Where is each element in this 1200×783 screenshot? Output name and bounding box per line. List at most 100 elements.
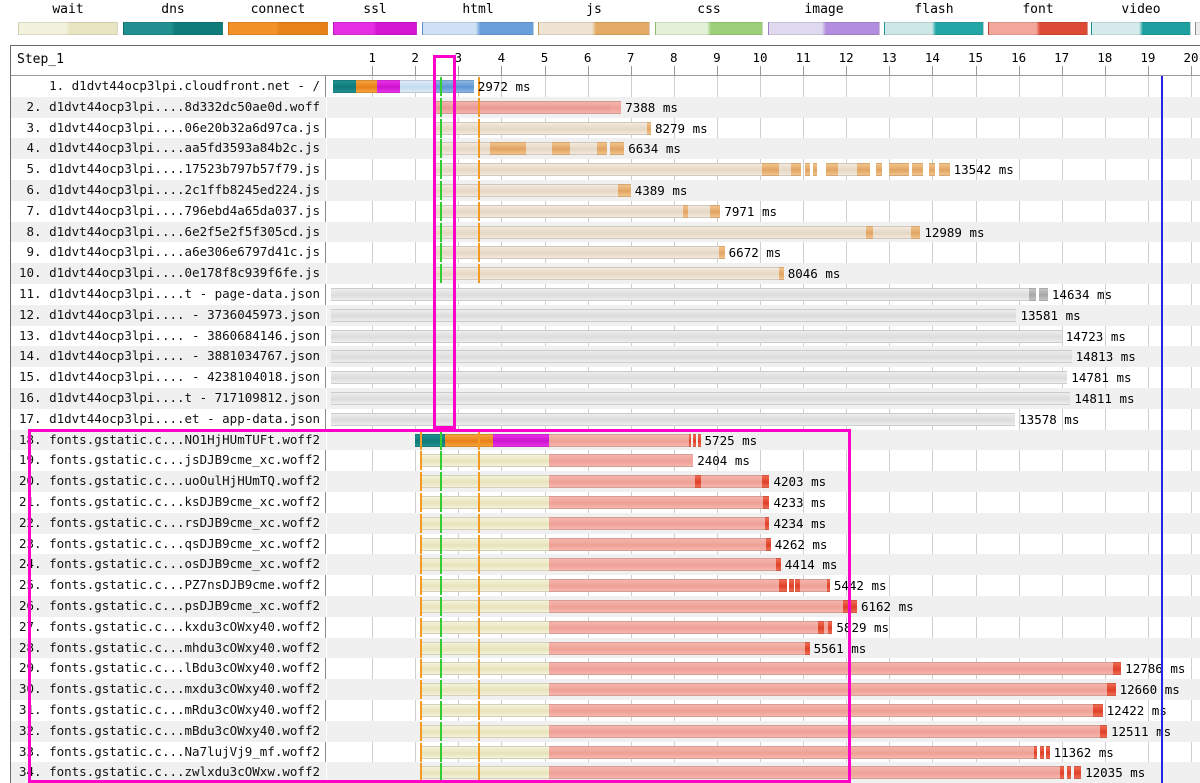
waterfall-segment-htmlwait [400, 80, 434, 93]
waterfall-row[interactable]: 6672 ms [327, 242, 1200, 263]
waterfall-row[interactable]: 8046 ms [327, 263, 1200, 284]
event-marker [440, 721, 443, 741]
waterfall-row[interactable]: 12035 ms [327, 762, 1200, 783]
waterfall-row[interactable]: 2972 ms [327, 76, 1200, 97]
event-marker [419, 638, 422, 658]
request-label-row[interactable]: 5. d1dvt44ocp3lpi....17523b797b57f79.js [11, 159, 326, 180]
waterfall-row[interactable]: 7971 ms [327, 201, 1200, 222]
waterfall-row[interactable]: 4234 ms [327, 512, 1200, 534]
request-label-row[interactable]: 25. fonts.gstatic.c...PZ7nsDJB9cme.woff2 [11, 575, 326, 596]
request-label-row[interactable]: 10. d1dvt44ocp3lpi....0e178f8c939f6fe.js [11, 263, 326, 284]
request-label-row[interactable]: 27. fonts.gstatic.c...kxdu3cOWxy40.woff2 [11, 617, 326, 638]
request-label-row[interactable]: 23. fonts.gstatic.c...qsDJB9cme_xc.woff2 [11, 534, 326, 555]
request-label-row[interactable]: 2. d1dvt44ocp3lpi....8d332dc50ae0d.woff [11, 96, 326, 118]
request-label-row[interactable]: 3. d1dvt44ocp3lpi....06e20b32a6d97ca.js [11, 118, 326, 139]
request-label-row[interactable]: 34. fonts.gstatic.c...zwlxdu3cOWxw.woff2 [11, 762, 326, 783]
event-marker [477, 160, 480, 180]
waterfall-segment-otherwait [331, 392, 1071, 405]
waterfall-row[interactable]: 6162 ms [327, 596, 1200, 617]
request-label-row[interactable]: 11. d1dvt44ocp3lpi....t - page-data.json [11, 284, 326, 305]
waterfall-segment-wait [419, 724, 549, 738]
waterfall-row[interactable]: 5725 ms [327, 429, 1200, 451]
waterfall-row[interactable]: 14634 ms [327, 284, 1200, 305]
waterfall-segment-otherwait [331, 288, 1030, 301]
request-label-row[interactable]: 29. fonts.gstatic.c...lBdu3cOWxy40.woff2 [11, 658, 326, 679]
waterfall-row[interactable]: 6634 ms [327, 138, 1200, 160]
request-label-row[interactable]: 22. fonts.gstatic.c...rsDJB9cme_xc.woff2 [11, 512, 326, 534]
request-label-row[interactable]: 30. fonts.gstatic.c...mxdu3cOWxy40.woff2 [11, 679, 326, 700]
request-label-row[interactable]: 6. d1dvt44ocp3lpi....2c1ffb8245ed224.js [11, 180, 326, 201]
waterfall-row[interactable]: 14811 ms [327, 388, 1200, 409]
event-marker [477, 472, 480, 492]
legend-item-font: font [988, 0, 1088, 35]
waterfall-row[interactable]: 14723 ms [327, 326, 1200, 347]
request-label-row[interactable]: 31. fonts.gstatic.c...mRdu3cOWxy40.woff2 [11, 700, 326, 721]
event-marker [477, 659, 480, 679]
waterfall-row[interactable]: 4233 ms [327, 492, 1200, 513]
waterfall-row[interactable]: 12422 ms [327, 700, 1200, 721]
request-label-row[interactable]: 26. fonts.gstatic.c...psDJB9cme_xc.woff2 [11, 596, 326, 617]
request-label-row[interactable]: 21. fonts.gstatic.c...ksDJB9cme_xc.woff2 [11, 492, 326, 513]
request-label-row[interactable]: 18. fonts.gstatic.c...NO1HjHUmTUFt.woff2 [11, 429, 326, 451]
waterfall-segment-wait [419, 683, 549, 697]
waterfall-row[interactable]: 4414 ms [327, 554, 1200, 576]
waterfall-row[interactable]: 8279 ms [327, 118, 1200, 139]
event-marker [440, 493, 443, 512]
waterfall-segment-jswait [688, 204, 711, 218]
request-label-row[interactable]: 16. d1dvt44ocp3lpi....t - 717109812.json [11, 388, 326, 409]
waterfall-row[interactable]: 12786 ms [327, 658, 1200, 679]
waterfall-row[interactable]: 5829 ms [327, 617, 1200, 638]
waterfall-segment-font [548, 724, 1100, 738]
duration-label: 8046 ms [787, 266, 841, 282]
waterfall-row[interactable]: 5442 ms [327, 575, 1200, 596]
waterfall-row[interactable]: 7388 ms [327, 96, 1200, 118]
waterfall-row[interactable]: 14813 ms [327, 346, 1200, 368]
axis-tick-mark-5 [544, 66, 546, 76]
waterfall-segment-font [548, 516, 766, 530]
event-marker [419, 534, 422, 554]
duration-label: 4262 ms [774, 536, 828, 552]
request-label-row[interactable]: 4. d1dvt44ocp3lpi....aa5fd3593a84b2c.js [11, 138, 326, 160]
request-label-row[interactable]: 7. d1dvt44ocp3lpi....796ebd4a65da037.js [11, 201, 326, 222]
request-label-row[interactable]: 14. d1dvt44ocp3lpi.... - 3881034767.json [11, 346, 326, 368]
waterfall-row[interactable]: 5561 ms [327, 637, 1200, 659]
waterfall-row[interactable]: 4203 ms [327, 471, 1200, 492]
waterfall-row[interactable]: 12511 ms [327, 720, 1200, 742]
waterfall-row[interactable]: 4262 ms [327, 534, 1200, 555]
event-marker [477, 264, 480, 284]
waterfall-row[interactable]: 12660 ms [327, 679, 1200, 700]
waterfall-segment-fontdl [1066, 766, 1072, 780]
event-marker [440, 763, 443, 783]
waterfall-segment-wait [419, 454, 549, 468]
request-label-row[interactable]: 9. d1dvt44ocp3lpi....a6e306e6797d41c.js [11, 242, 326, 263]
event-marker [440, 659, 443, 679]
request-label-row[interactable]: 32. fonts.gstatic.c...mBdu3cOWxy40.woff2 [11, 720, 326, 742]
axis-tick-label-2: 2 [411, 50, 419, 65]
waterfall-row[interactable]: 13578 ms [327, 409, 1200, 430]
waterfall-row[interactable]: 13581 ms [327, 304, 1200, 326]
duration-label: 12660 ms [1119, 682, 1180, 698]
request-label-row[interactable]: 19. fonts.gstatic.c...jsDJB9cme_xc.woff2 [11, 450, 326, 471]
waterfall-row[interactable]: 11362 ms [327, 742, 1200, 763]
event-marker [477, 721, 480, 741]
event-marker [477, 451, 480, 471]
request-label-row[interactable]: 24. fonts.gstatic.c...osDJB9cme_xc.woff2 [11, 554, 326, 576]
request-label-row[interactable]: 33. fonts.gstatic.c...Na7lujVj9_mf.woff2 [11, 742, 326, 763]
request-label-row[interactable]: 8. d1dvt44ocp3lpi....6e2f5e2f5f305cd.js [11, 221, 326, 243]
request-label-row[interactable]: 28. fonts.gstatic.c...mhdu3cOWxy40.woff2 [11, 637, 326, 659]
request-label-row[interactable]: 17. d1dvt44ocp3lpi....et - app-data.json [11, 409, 326, 430]
waterfall-segment-jswait [779, 163, 792, 177]
request-label-row[interactable]: 1. d1dvt44ocp3lpi.cloudfront.net - / [11, 76, 326, 97]
waterfall-row[interactable]: 4389 ms [327, 180, 1200, 201]
waterfall-segment-jswait [433, 163, 763, 177]
request-label-row[interactable]: 13. d1dvt44ocp3lpi.... - 3860684146.json [11, 326, 326, 347]
waterfall-row[interactable]: 2404 ms [327, 450, 1200, 471]
waterfall-row[interactable]: 12989 ms [327, 221, 1200, 243]
request-label-row[interactable]: 12. d1dvt44ocp3lpi.... - 3736045973.json [11, 304, 326, 326]
axis-tick-mark-4 [501, 66, 503, 76]
event-marker [440, 472, 443, 492]
waterfall-row[interactable]: 13542 ms [327, 159, 1200, 180]
waterfall-row[interactable]: 14781 ms [327, 367, 1200, 388]
request-label-row[interactable]: 20. fonts.gstatic.c...uoOulHjHUmTQ.woff2 [11, 471, 326, 492]
request-label-row[interactable]: 15. d1dvt44ocp3lpi.... - 4238104018.json [11, 367, 326, 388]
